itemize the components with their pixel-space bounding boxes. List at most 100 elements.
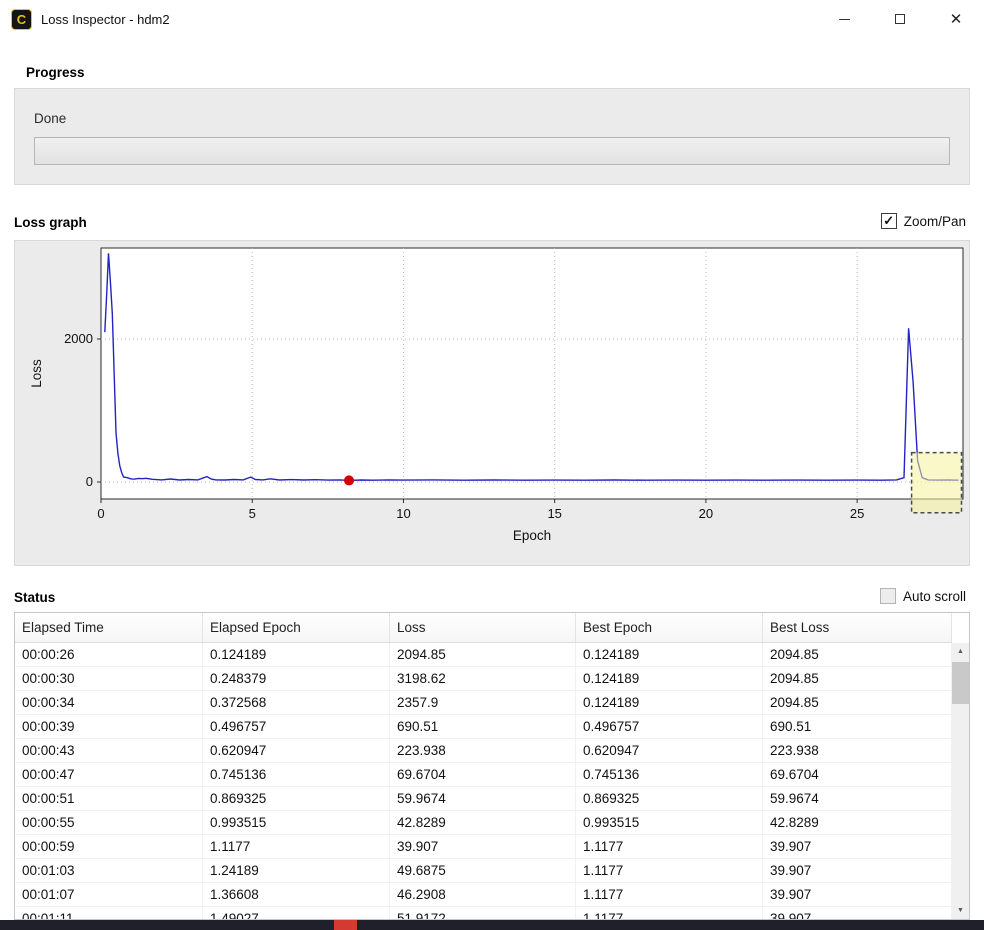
zoom-pan-label: Zoom/Pan	[904, 214, 966, 229]
table-row[interactable]: 00:01:11 1.49027 51.9172 1.1177 39.907	[15, 907, 952, 920]
vertical-scrollbar[interactable]: ▲ ▼	[952, 643, 969, 919]
table-row[interactable]: 00:00:30 0.248379 3198.62 0.124189 2094.…	[15, 667, 952, 691]
table-cell: 1.1177	[576, 907, 763, 920]
table-cell: 0.745136	[576, 763, 763, 786]
table-cell: 0.745136	[203, 763, 390, 786]
x-tick-label: 20	[699, 506, 713, 521]
x-tick-label: 25	[850, 506, 864, 521]
table-cell: 0.124189	[576, 667, 763, 690]
table-cell: 0.248379	[203, 667, 390, 690]
table-cell: 1.49027	[203, 907, 390, 920]
table-cell: 690.51	[763, 715, 952, 738]
status-heading: Status	[14, 590, 55, 605]
table-cell: 690.51	[390, 715, 576, 738]
y-tick-label: 2000	[64, 331, 93, 346]
progress-panel: Done	[14, 88, 970, 185]
table-cell: 223.938	[390, 739, 576, 762]
table-cell: 39.907	[390, 835, 576, 858]
table-cell: 00:00:47	[15, 763, 203, 786]
table-row[interactable]: 00:00:26 0.124189 2094.85 0.124189 2094.…	[15, 643, 952, 667]
plot-area[interactable]	[101, 248, 963, 499]
table-cell: 0.620947	[203, 739, 390, 762]
scroll-up-icon[interactable]: ▲	[952, 643, 969, 660]
x-tick-label: 0	[97, 506, 104, 521]
window-title: Loss Inspector - hdm2	[41, 12, 170, 27]
maximize-icon	[895, 14, 905, 24]
table-cell: 00:00:26	[15, 643, 203, 666]
table-row[interactable]: 00:00:39 0.496757 690.51 0.496757 690.51	[15, 715, 952, 739]
table-row[interactable]: 00:00:47 0.745136 69.6704 0.745136 69.67…	[15, 763, 952, 787]
taskbar-red-item	[334, 920, 357, 930]
table-cell: 2094.85	[763, 691, 952, 714]
column-header[interactable]: Elapsed Time	[15, 613, 203, 642]
current-position-marker	[344, 475, 354, 485]
column-header[interactable]: Loss	[390, 613, 576, 642]
table-cell: 0.869325	[576, 787, 763, 810]
table-row[interactable]: 00:00:59 1.1177 39.907 1.1177 39.907	[15, 835, 952, 859]
table-cell: 00:00:43	[15, 739, 203, 762]
table-row[interactable]: 00:00:43 0.620947 223.938 0.620947 223.9…	[15, 739, 952, 763]
table-body: 00:00:26 0.124189 2094.85 0.124189 2094.…	[15, 643, 952, 920]
loss-graph-heading: Loss graph	[14, 215, 87, 230]
close-button[interactable]: ✕	[928, 0, 984, 38]
column-header[interactable]: Best Loss	[763, 613, 952, 642]
table-cell: 1.36608	[203, 883, 390, 906]
progress-bar	[34, 137, 950, 165]
scrollbar-thumb[interactable]	[952, 662, 969, 704]
title-bar: C Loss Inspector - hdm2 ✕	[0, 0, 984, 38]
auto-scroll-checkbox-box	[880, 588, 896, 604]
table-row[interactable]: 00:00:55 0.993515 42.8289 0.993515 42.82…	[15, 811, 952, 835]
table-row[interactable]: 00:01:07 1.36608 46.2908 1.1177 39.907	[15, 883, 952, 907]
table-cell: 0.124189	[203, 643, 390, 666]
minimize-button[interactable]	[816, 0, 872, 38]
table-cell: 00:00:59	[15, 835, 203, 858]
table-cell: 39.907	[763, 883, 952, 906]
column-header[interactable]: Elapsed Epoch	[203, 613, 390, 642]
table-cell: 42.8289	[390, 811, 576, 834]
table-cell: 2094.85	[763, 643, 952, 666]
table-cell: 0.993515	[576, 811, 763, 834]
table-cell: 00:01:07	[15, 883, 203, 906]
close-icon: ✕	[950, 10, 963, 28]
table-cell: 59.9674	[390, 787, 576, 810]
table-cell: 00:00:30	[15, 667, 203, 690]
table-cell: 0.496757	[203, 715, 390, 738]
column-header[interactable]: Best Epoch	[576, 613, 763, 642]
table-cell: 223.938	[763, 739, 952, 762]
table-row[interactable]: 00:01:03 1.24189 49.6875 1.1177 39.907	[15, 859, 952, 883]
table-cell: 42.8289	[763, 811, 952, 834]
table-cell: 00:00:51	[15, 787, 203, 810]
table-cell: 1.1177	[576, 859, 763, 882]
table-cell: 39.907	[763, 907, 952, 920]
zoom-selection-box[interactable]	[912, 453, 962, 513]
x-tick-label: 15	[547, 506, 561, 521]
loss-chart[interactable]: 051015202502000EpochLoss	[15, 241, 969, 565]
loss-graph-panel: 051015202502000EpochLoss	[14, 240, 970, 566]
table-cell: 1.1177	[203, 835, 390, 858]
auto-scroll-checkbox[interactable]: Auto scroll	[880, 588, 966, 604]
table-cell: 00:01:11	[15, 907, 203, 920]
zoom-pan-checkbox[interactable]: ✓ Zoom/Pan	[881, 213, 966, 229]
zoom-pan-checkbox-box: ✓	[881, 213, 897, 229]
progress-heading: Progress	[26, 65, 85, 80]
checkmark-icon: ✓	[883, 213, 894, 228]
table-cell: 0.496757	[576, 715, 763, 738]
table-cell: 00:00:55	[15, 811, 203, 834]
table-cell: 0.372568	[203, 691, 390, 714]
x-tick-label: 10	[396, 506, 410, 521]
table-cell: 00:01:03	[15, 859, 203, 882]
table-cell: 0.993515	[203, 811, 390, 834]
auto-scroll-label: Auto scroll	[903, 589, 966, 604]
table-row[interactable]: 00:00:51 0.869325 59.9674 0.869325 59.96…	[15, 787, 952, 811]
table-cell: 2094.85	[390, 643, 576, 666]
table-cell: 00:00:34	[15, 691, 203, 714]
table-cell: 00:00:39	[15, 715, 203, 738]
table-cell: 0.124189	[576, 643, 763, 666]
table-cell: 2357.9	[390, 691, 576, 714]
table-row[interactable]: 00:00:34 0.372568 2357.9 0.124189 2094.8…	[15, 691, 952, 715]
status-table: Elapsed TimeElapsed EpochLossBest EpochB…	[14, 612, 970, 920]
table-cell: 0.869325	[203, 787, 390, 810]
scroll-down-icon[interactable]: ▼	[952, 902, 969, 919]
maximize-button[interactable]	[872, 0, 928, 38]
table-cell: 69.6704	[763, 763, 952, 786]
